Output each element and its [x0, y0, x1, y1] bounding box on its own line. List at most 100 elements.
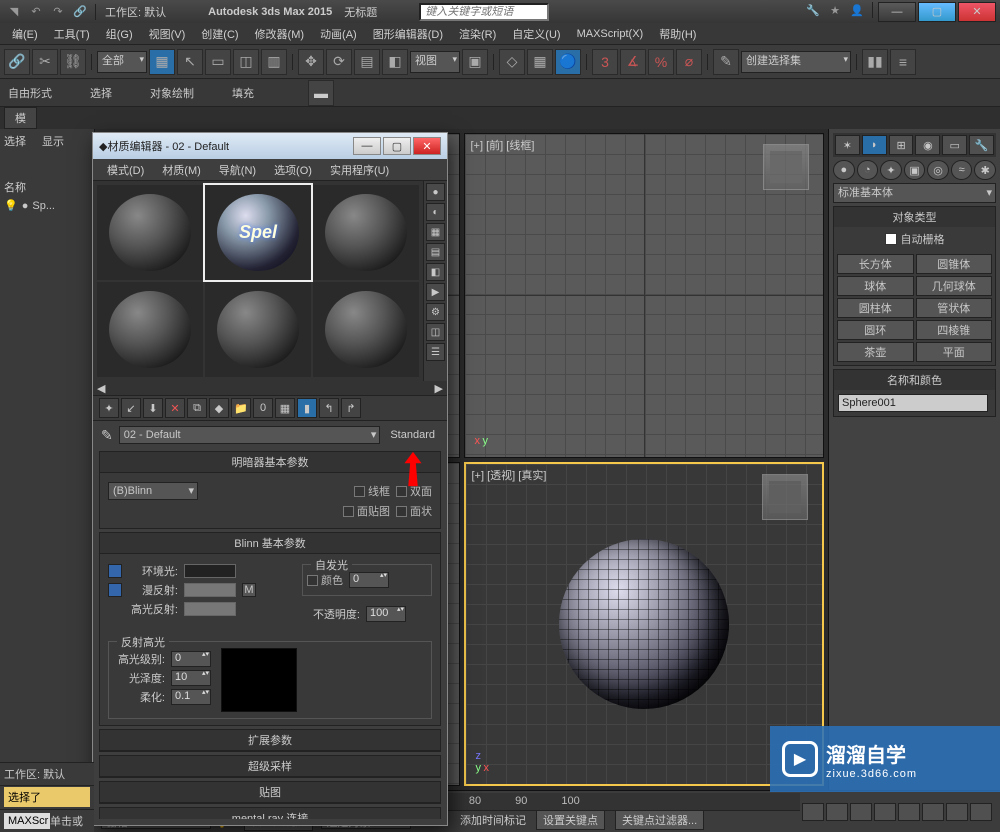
- move-tool-icon[interactable]: ✥: [298, 49, 324, 75]
- prim-sphere[interactable]: 球体: [837, 276, 914, 296]
- nav-walk-icon[interactable]: [946, 803, 968, 821]
- scene-item[interactable]: 💡 ● Sp...: [4, 199, 90, 212]
- me-menu-navigate[interactable]: 导航(N): [211, 160, 264, 180]
- systems-cat-icon[interactable]: ✱: [974, 160, 996, 180]
- rotate-tool-icon[interactable]: ⟳: [326, 49, 352, 75]
- specular-swatch[interactable]: [184, 602, 236, 616]
- shapes-cat-icon[interactable]: ◔: [857, 160, 879, 180]
- helpers-cat-icon[interactable]: ◎: [927, 160, 949, 180]
- prim-cone[interactable]: 圆锥体: [916, 254, 993, 274]
- make-copy-icon[interactable]: ⧉: [187, 398, 207, 418]
- viewcube-icon[interactable]: [762, 474, 808, 520]
- menu-animation[interactable]: 动画(A): [314, 24, 363, 44]
- star-icon[interactable]: ★: [825, 2, 845, 20]
- select-name-icon[interactable]: ▭: [205, 49, 231, 75]
- diffuse-lock-icon[interactable]: [108, 583, 122, 597]
- ref-coord-dropdown[interactable]: 视图: [410, 51, 460, 73]
- make-preview-icon[interactable]: ▶: [426, 283, 445, 301]
- mat-map-nav-icon[interactable]: ☰: [426, 343, 445, 361]
- search-input[interactable]: [419, 3, 549, 21]
- add-time-tag[interactable]: 添加时间标记: [460, 812, 526, 828]
- align-icon[interactable]: ≡: [890, 49, 916, 75]
- ribbon-populate[interactable]: 填充: [228, 83, 258, 103]
- lights-cat-icon[interactable]: ✦: [880, 160, 902, 180]
- background-icon[interactable]: ▦: [426, 223, 445, 241]
- backlight-icon[interactable]: ◐: [426, 203, 445, 221]
- menu-help[interactable]: 帮助(H): [653, 24, 702, 44]
- utilities-tab-icon[interactable]: 🔧: [969, 135, 994, 155]
- undo-icon[interactable]: ↶: [26, 3, 46, 21]
- put-to-library-icon[interactable]: 📁: [231, 398, 251, 418]
- prim-torus[interactable]: 圆环: [837, 320, 914, 340]
- prim-pyramid[interactable]: 四棱锥: [916, 320, 993, 340]
- keyfilter-button[interactable]: 关键点过滤器...: [615, 810, 704, 830]
- mentalray-rollout[interactable]: mental ray 连接: [100, 808, 440, 819]
- menu-edit[interactable]: 编(E): [6, 24, 44, 44]
- opacity-spinner[interactable]: 100: [366, 606, 406, 622]
- named-sel-edit-icon[interactable]: ✎: [713, 49, 739, 75]
- ribbon-collapse-icon[interactable]: ▬: [308, 80, 334, 106]
- material-name-dropdown[interactable]: 02 - Default: [119, 426, 381, 444]
- cameras-cat-icon[interactable]: ▣: [904, 160, 926, 180]
- material-slot[interactable]: [97, 185, 203, 280]
- supersampling-rollout[interactable]: 超级采样: [100, 756, 440, 777]
- go-sibling-icon[interactable]: ↱: [341, 398, 361, 418]
- me-menu-mode[interactable]: 模式(D): [99, 160, 152, 180]
- workspace-status[interactable]: 工作区: 默认: [4, 766, 65, 782]
- scene-tab[interactable]: 模: [4, 107, 37, 129]
- scroll-left-icon[interactable]: ◀: [97, 382, 105, 395]
- soften-spinner[interactable]: 0.1: [171, 689, 211, 705]
- minimize-button[interactable]: —: [878, 2, 916, 22]
- menu-group[interactable]: 组(G): [100, 24, 139, 44]
- me-maximize-button[interactable]: ▢: [383, 137, 411, 155]
- nav-maximize-icon[interactable]: [874, 803, 896, 821]
- scroll-right-icon[interactable]: ▶: [435, 382, 443, 395]
- window-crossing-icon[interactable]: ▥: [261, 49, 287, 75]
- blinn-params-title[interactable]: Blinn 基本参数: [100, 533, 440, 554]
- angle-snap-icon[interactable]: 🔵: [555, 49, 581, 75]
- select-tool-icon[interactable]: ▦: [149, 49, 175, 75]
- eyedropper-icon[interactable]: ✎: [101, 427, 113, 444]
- material-slot-selected[interactable]: [205, 185, 311, 280]
- material-id-icon[interactable]: 0: [253, 398, 273, 418]
- select-arrow-icon[interactable]: ↖: [177, 49, 203, 75]
- material-slot[interactable]: [313, 282, 419, 377]
- sample-type-icon[interactable]: ●: [426, 183, 445, 201]
- nav-fov-icon[interactable]: [922, 803, 944, 821]
- scale-tool-icon[interactable]: ▤: [354, 49, 380, 75]
- scene-explorer-select[interactable]: 选择: [4, 133, 26, 149]
- shader-params-title[interactable]: 明暗器基本参数: [100, 452, 440, 473]
- link-icon[interactable]: 🔗: [70, 3, 90, 21]
- maps-rollout[interactable]: 贴图: [100, 782, 440, 803]
- material-editor-titlebar[interactable]: ◆ 材质编辑器 - 02 - Default — ▢ ✕: [93, 133, 447, 159]
- snap-angle-icon[interactable]: ∡: [620, 49, 646, 75]
- options-icon[interactable]: ⚙: [426, 303, 445, 321]
- modify-tab-icon[interactable]: ◗: [862, 135, 887, 155]
- me-close-button[interactable]: ✕: [413, 137, 441, 155]
- maximize-button[interactable]: ▢: [918, 2, 956, 22]
- put-to-scene-icon[interactable]: ↙: [121, 398, 141, 418]
- unlink-tool-icon[interactable]: ✂: [32, 49, 58, 75]
- assign-material-icon[interactable]: ⬇: [143, 398, 163, 418]
- ribbon-select[interactable]: 选择: [86, 83, 116, 103]
- diffuse-map-button[interactable]: M: [242, 583, 256, 597]
- ambient-lock-icon[interactable]: [108, 564, 122, 578]
- bind-tool-icon[interactable]: ⛓: [60, 49, 86, 75]
- go-parent-icon[interactable]: ↰: [319, 398, 339, 418]
- snap-3d-icon[interactable]: ▦: [527, 49, 553, 75]
- me-minimize-button[interactable]: —: [353, 137, 381, 155]
- ribbon-objpaint[interactable]: 对象绘制: [146, 83, 198, 103]
- snap-percent-icon[interactable]: %: [648, 49, 674, 75]
- viewport-front[interactable]: [+] [前] [线框] x y: [464, 133, 825, 458]
- ribbon-freeform[interactable]: 自由形式: [4, 83, 56, 103]
- workspace-dropdown[interactable]: 工作区: 默认: [105, 4, 166, 20]
- nav-zoom-ext-icon[interactable]: [898, 803, 920, 821]
- named-selection-dropdown[interactable]: 创建选择集: [741, 51, 851, 73]
- prim-teapot[interactable]: 茶壶: [837, 342, 914, 362]
- nav-orbit-icon[interactable]: [850, 803, 872, 821]
- selection-lock-icon[interactable]: ◇: [499, 49, 525, 75]
- menu-create[interactable]: 创建(C): [195, 24, 244, 44]
- place-tool-icon[interactable]: ◧: [382, 49, 408, 75]
- menu-tools[interactable]: 工具(T): [48, 24, 96, 44]
- snap-spinner-icon[interactable]: ⌀: [676, 49, 702, 75]
